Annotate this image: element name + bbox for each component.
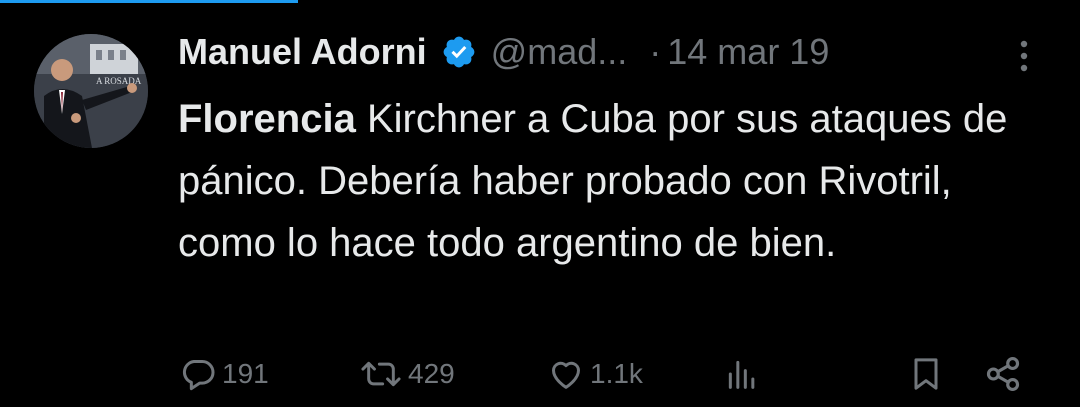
share-icon — [982, 353, 1024, 395]
more-icon[interactable] — [1012, 36, 1036, 76]
author-handle[interactable]: @mad... — [491, 31, 628, 73]
reply-button[interactable]: 191 — [178, 346, 269, 402]
like-button[interactable]: 1.1k — [546, 346, 643, 402]
views-icon — [722, 354, 762, 394]
retweet-count: 429 — [408, 358, 455, 389]
tweet-text: Florencia Kirchner a Cuba por sus ataque… — [178, 88, 1058, 274]
avatar[interactable]: A ROSADA — [34, 34, 148, 148]
retweet-button[interactable]: 429 — [358, 346, 455, 402]
avatar-image: A ROSADA — [34, 34, 148, 148]
reply-icon — [178, 354, 218, 394]
reply-count: 191 — [222, 358, 269, 389]
top-progress-line — [0, 0, 298, 3]
tweet-actions: 191 429 1.1k — [0, 346, 1080, 402]
author-name[interactable]: Manuel Adorni — [178, 31, 427, 73]
like-count: 1.1k — [590, 358, 643, 389]
verified-badge-icon — [441, 34, 477, 70]
bookmark-icon — [906, 354, 946, 394]
like-icon — [546, 354, 586, 394]
tweet-date[interactable]: 14 mar 19 — [667, 31, 829, 73]
views-button[interactable] — [722, 346, 762, 402]
share-button[interactable] — [982, 346, 1024, 402]
tweet-header: Manuel Adorni @mad... · 14 mar 19 — [178, 28, 829, 76]
header-separator: · — [649, 31, 662, 72]
tweet-text-bold: Florencia — [178, 97, 356, 141]
bookmark-button[interactable] — [906, 346, 946, 402]
retweet-icon — [358, 354, 404, 394]
